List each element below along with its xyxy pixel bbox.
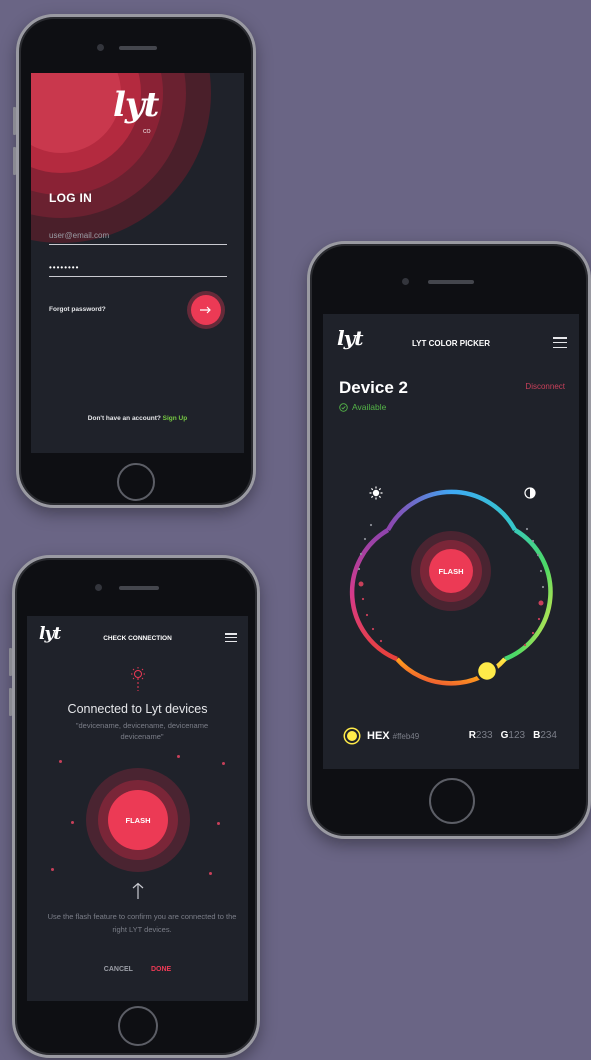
hamburger-menu-icon[interactable]: [225, 633, 237, 642]
check-connection-screen: lyt CHECK CONNECTION Connected to Lyt de…: [27, 616, 248, 1001]
header-bar: lyt CHECK CONNECTION: [27, 616, 248, 656]
device-names: "devicename, devicename, devicename devi…: [75, 721, 209, 741]
device-name: Device 2: [339, 378, 408, 397]
side-button: [9, 648, 12, 676]
signup-link[interactable]: Sign Up: [163, 415, 188, 422]
front-camera: [95, 584, 102, 591]
phone-color-picker: lyt LYT COLOR PICKER Device 2 Available …: [307, 241, 591, 839]
color-picker-screen: lyt LYT COLOR PICKER Device 2 Available …: [323, 314, 579, 769]
password-value: ••••••••: [49, 263, 80, 272]
front-camera: [97, 44, 104, 51]
home-button[interactable]: [117, 463, 155, 501]
arrow-right-icon: [200, 306, 211, 314]
action-row: CANCEL DONE: [27, 966, 248, 973]
login-screen: lyt CO LOG IN user@email.com •••••••• Fo…: [31, 73, 244, 453]
lyt-logo: lyt CO: [113, 85, 159, 135]
rgb-values: R233 G123 B234: [469, 730, 557, 741]
signup-prompt: Don't have an account?: [87, 415, 161, 422]
header-title: CHECK CONNECTION: [103, 635, 172, 642]
g-value[interactable]: 123: [508, 730, 525, 741]
flash-button[interactable]: FLASH: [429, 549, 473, 593]
logo-text: lyt: [113, 85, 159, 125]
hex-value[interactable]: #ffeb49: [393, 732, 420, 741]
disconnect-button[interactable]: Disconnect: [525, 382, 565, 391]
home-button[interactable]: [118, 1006, 158, 1046]
login-submit-button[interactable]: [191, 295, 221, 325]
hamburger-menu-icon[interactable]: [553, 337, 567, 348]
color-selector-knob[interactable]: [475, 659, 499, 683]
arrow-up-icon: [132, 882, 144, 899]
page-title: LOG IN: [49, 191, 93, 205]
connected-heading: Connected to Lyt devices: [67, 702, 208, 716]
check-circle-icon: [339, 402, 348, 412]
status-text: Available: [352, 402, 387, 412]
connection-beacon-icon: [131, 667, 145, 691]
logo-sub: CO: [143, 129, 151, 135]
header-title: LYT COLOR PICKER: [412, 339, 490, 348]
info-text: Use the flash feature to confirm you are…: [47, 912, 237, 934]
phone-login: lyt CO LOG IN user@email.com •••••••• Fo…: [13, 14, 256, 508]
side-button: [13, 107, 16, 135]
done-button[interactable]: DONE: [151, 966, 171, 973]
phone-check-connection: lyt CHECK CONNECTION Connected to Lyt de…: [9, 555, 260, 1058]
side-button: [13, 147, 16, 175]
side-button: [9, 688, 12, 716]
b-value[interactable]: 234: [540, 730, 557, 741]
home-button[interactable]: [429, 778, 475, 824]
cancel-button[interactable]: CANCEL: [104, 966, 133, 973]
r-label: R: [468, 730, 476, 741]
password-field[interactable]: ••••••••: [49, 263, 227, 277]
signup-row: Don't have an account? Sign Up: [31, 415, 244, 422]
speaker-grille: [119, 586, 159, 590]
selected-color-swatch: [345, 729, 359, 743]
header-bar: lyt LYT COLOR PICKER: [323, 314, 579, 354]
email-field[interactable]: user@email.com: [49, 231, 227, 245]
flash-button[interactable]: FLASH: [108, 790, 168, 850]
email-placeholder: user@email.com: [49, 231, 110, 240]
status-available: Available: [339, 402, 386, 412]
r-value[interactable]: 233: [476, 730, 493, 741]
hex-label: HEX: [367, 730, 390, 742]
speaker-grille: [428, 280, 474, 284]
speaker-grille: [119, 46, 157, 50]
front-camera: [402, 278, 409, 285]
forgot-password-link[interactable]: Forgot password?: [49, 306, 106, 313]
